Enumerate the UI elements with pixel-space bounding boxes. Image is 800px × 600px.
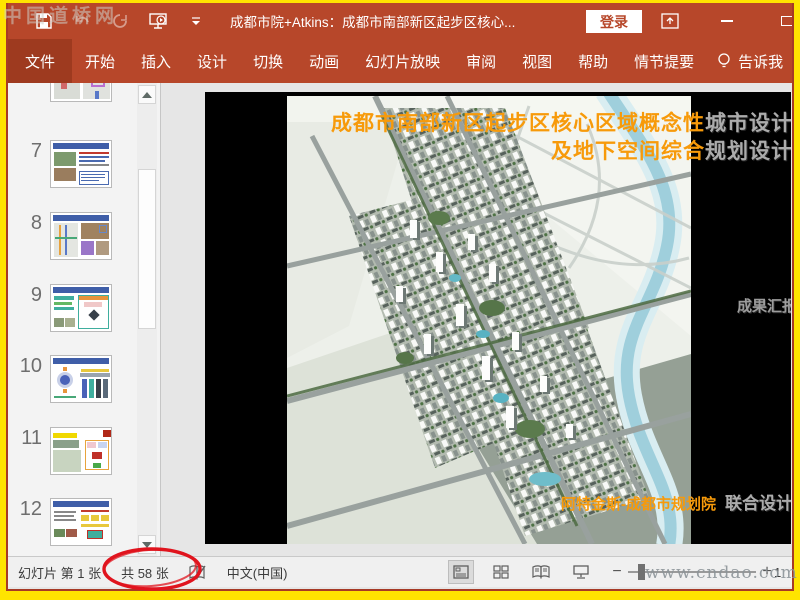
slide-number: 8 xyxy=(30,212,42,234)
watermark-site-url: www.cndao.com xyxy=(645,563,798,583)
slide-title-line2: 及地下空间综合规划设计 xyxy=(331,138,791,166)
title-orange-part: 及地下空间综合 xyxy=(551,140,705,163)
main-area: 7 8 9 10 11 12 成都市南部新区起步区核心区域概念性城市设计 及地下… xyxy=(8,83,792,556)
slide-thumbnail-image xyxy=(50,498,112,546)
thumbnail-slide-10[interactable]: 10 xyxy=(8,355,112,403)
maximize-button[interactable] xyxy=(770,3,792,39)
slide-thumbnail-panel: 7 8 9 10 11 12 xyxy=(8,83,161,556)
minimize-button[interactable] xyxy=(710,3,744,39)
powerpoint-window: 成都市院+Atkins：成都市南部新区起步区核心... 登录 文件 开始 插入 … xyxy=(6,3,794,591)
thumbnail-slide-6[interactable] xyxy=(8,83,112,102)
minimize-icon xyxy=(721,20,733,22)
slide-number: 12 xyxy=(19,498,42,520)
slide-thumbnail-image xyxy=(50,212,112,260)
ribbon-display-options-button[interactable] xyxy=(653,3,687,39)
slide-thumbnail-image xyxy=(50,284,112,332)
title-gray-part: 城市设计 xyxy=(705,112,791,135)
scrollbar-thumb[interactable] xyxy=(138,169,156,329)
tab-transitions[interactable]: 切换 xyxy=(240,39,296,83)
slide-title-line1: 成都市南部新区起步区核心区域概念性城市设计 xyxy=(331,110,791,138)
tab-design[interactable]: 设计 xyxy=(184,39,240,83)
language-label[interactable]: 中文(中国) xyxy=(227,563,288,582)
normal-view-button[interactable] xyxy=(448,560,474,584)
thumbnail-slide-9[interactable]: 9 xyxy=(8,284,112,332)
slide-total-label: 共 58 张 xyxy=(121,565,169,581)
slide-side-label: 成果汇报 xyxy=(736,298,791,315)
slide-number: 9 xyxy=(30,284,42,306)
login-button[interactable]: 登录 xyxy=(586,10,642,33)
thumbnail-slide-7[interactable]: 7 xyxy=(8,140,112,188)
zoom-out-button[interactable]: − xyxy=(610,563,624,581)
slide-thumbnail-image xyxy=(50,355,112,403)
slide-position-label: 幻灯片 第 1 张 xyxy=(18,565,102,581)
slide-credit: 阿特金斯-成都市规划院 联合设计 xyxy=(561,489,791,514)
tab-view[interactable]: 视图 xyxy=(509,39,565,83)
thumbnail-slide-8[interactable]: 8 xyxy=(8,212,112,260)
thumbnail-slide-11[interactable]: 11 xyxy=(8,427,112,475)
triangle-up-icon xyxy=(142,91,152,98)
ribbon-tab-bar: 文件 开始 插入 设计 切换 动画 幻灯片放映 审阅 视图 帮助 情节提要 告诉… xyxy=(8,39,792,83)
slide-number: 7 xyxy=(30,140,42,162)
tab-help[interactable]: 帮助 xyxy=(565,39,621,83)
slide-title[interactable]: 成都市南部新区起步区核心区域概念性城市设计 及地下空间综合规划设计 xyxy=(331,110,791,166)
thumbnail-scrollbar[interactable] xyxy=(137,83,157,556)
slide-thumbnail-image xyxy=(50,427,112,475)
slide-thumbnail-image xyxy=(50,140,112,188)
title-gray-part: 规划设计 xyxy=(705,140,791,163)
editing-canvas: 成都市南部新区起步区核心区域概念性城市设计 及地下空间综合规划设计 成果汇报 阿… xyxy=(161,83,792,556)
document-title: 成都市院+Atkins：成都市南部新区起步区核心... xyxy=(230,15,516,30)
lightbulb-icon xyxy=(718,53,730,68)
slideshow-view-button[interactable] xyxy=(568,560,594,584)
slide-thumbnail-image xyxy=(50,83,112,102)
slide-number: 10 xyxy=(19,355,42,377)
tab-file[interactable]: 文件 xyxy=(8,39,73,83)
credit-joint-design: 联合设计 xyxy=(725,494,791,513)
slide-number xyxy=(8,83,50,102)
scroll-up-button[interactable] xyxy=(138,85,156,104)
tell-me-box[interactable]: 告诉我 xyxy=(717,51,783,72)
title-bar: 成都市院+Atkins：成都市南部新区起步区核心... 登录 xyxy=(8,3,792,39)
tab-slideshow[interactable]: 幻灯片放映 xyxy=(352,39,453,83)
thumbnail-slide-12[interactable]: 12 xyxy=(8,498,112,546)
customize-qat-icon[interactable] xyxy=(186,11,206,31)
tab-animations[interactable]: 动画 xyxy=(296,39,352,83)
tab-storyboarding[interactable]: 情节提要 xyxy=(621,39,707,83)
current-slide[interactable]: 成都市南部新区起步区核心区域概念性城市设计 及地下空间综合规划设计 成果汇报 阿… xyxy=(205,92,791,544)
spell-check-icon[interactable] xyxy=(189,564,207,580)
start-slideshow-icon[interactable] xyxy=(148,11,168,31)
status-left: 幻灯片 第 1 张 共 58 张 中文(中国) xyxy=(18,563,287,582)
credit-firms: 阿特金斯-成都市规划院 xyxy=(561,496,716,513)
tab-review[interactable]: 审阅 xyxy=(453,39,509,83)
tab-home[interactable]: 开始 xyxy=(72,39,128,83)
zoom-slider-thumb[interactable] xyxy=(638,564,645,580)
slide-sorter-view-button[interactable] xyxy=(488,560,514,584)
triangle-down-icon xyxy=(142,541,152,548)
maximize-icon xyxy=(781,16,792,26)
scroll-down-button[interactable] xyxy=(138,535,156,554)
tell-me-label: 告诉我 xyxy=(738,53,784,71)
tab-insert[interactable]: 插入 xyxy=(128,39,184,83)
watermark-site-name: 中国道桥网 xyxy=(3,6,119,27)
title-orange-part: 成都市南部新区起步区核心区域概念性 xyxy=(331,112,705,135)
reading-view-button[interactable] xyxy=(528,560,554,584)
slide-number: 11 xyxy=(21,427,42,449)
